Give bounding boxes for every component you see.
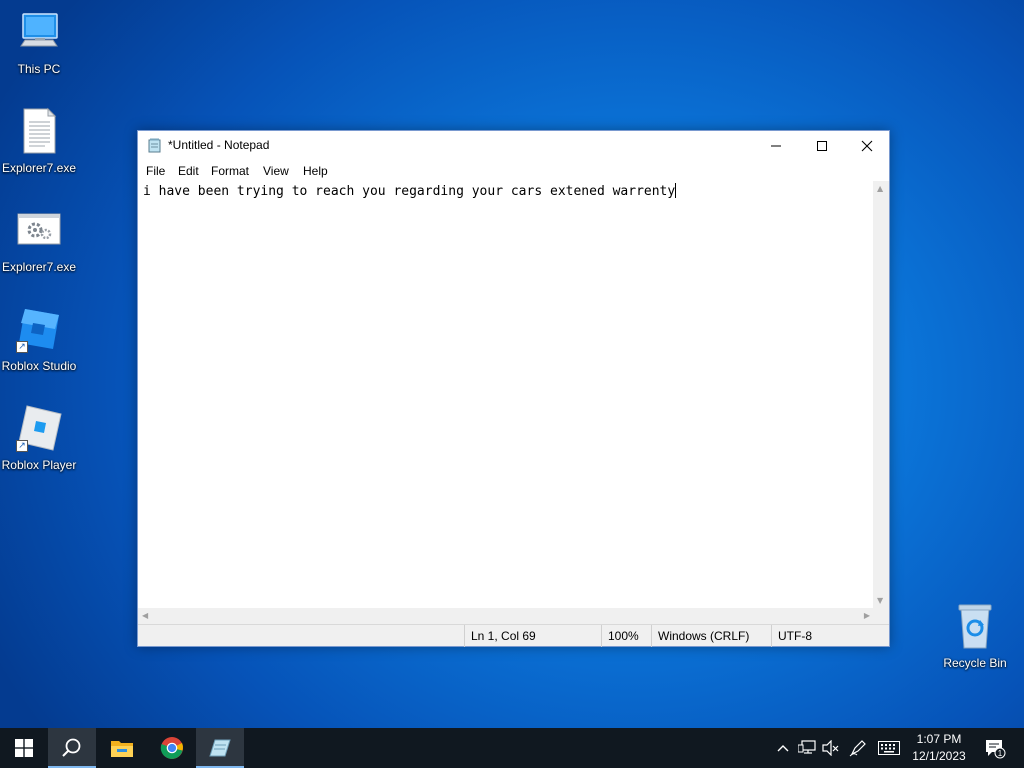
shortcut-arrow-icon: ↗	[16, 341, 28, 353]
menu-edit[interactable]: Edit	[178, 164, 199, 178]
desktop-icon-label: Explorer7.exe	[1, 260, 77, 274]
status-line-ending: Windows (CRLF)	[651, 625, 771, 647]
notification-count: 1	[998, 749, 1003, 758]
desktop-icon-label: Recycle Bin	[943, 656, 1007, 670]
recycle-bin-icon	[951, 602, 999, 650]
chrome-icon	[160, 737, 183, 759]
close-icon	[861, 140, 873, 152]
scroll-right-icon[interactable]: ▶	[864, 611, 870, 620]
roblox-player-icon: ↗	[15, 404, 63, 452]
touch-keyboard-button[interactable]	[876, 728, 902, 768]
notepad-window[interactable]: *Untitled - Notepad File Edit Format Vie…	[137, 130, 890, 647]
file-explorer-button[interactable]	[98, 728, 146, 768]
maximize-button[interactable]	[799, 131, 845, 161]
horizontal-scrollbar[interactable]: ◀ ▶	[138, 608, 874, 624]
scroll-left-icon[interactable]: ◀	[142, 611, 148, 620]
clock-time: 1:07 PM	[916, 732, 962, 746]
notepad-taskbar-button[interactable]	[196, 728, 244, 768]
application-gear-icon	[15, 206, 63, 254]
action-center-button[interactable]: 1	[980, 728, 1010, 768]
window-title: *Untitled - Notepad	[168, 138, 270, 152]
desktop-icon-roblox-player[interactable]: ↗ Roblox Player	[0, 404, 78, 472]
desktop-icon-label: Roblox Player	[1, 458, 77, 472]
document-icon	[15, 107, 63, 155]
clock-date: 12/1/2023	[912, 749, 966, 763]
status-zoom: 100%	[601, 625, 651, 647]
taskbar: 1:07 PM 12/1/2023 1	[0, 728, 1024, 768]
chevron-up-icon	[777, 745, 789, 752]
roblox-studio-icon: ↗	[15, 305, 63, 353]
desktop-icon-label: Explorer7.exe	[1, 161, 77, 175]
scroll-up-icon[interactable]: ▲	[877, 184, 883, 193]
volume-muted-icon	[822, 740, 839, 756]
network-icon	[798, 740, 816, 754]
search-button[interactable]	[48, 728, 96, 768]
desktop-icon-explorer7-a[interactable]: Explorer7.exe	[0, 107, 78, 175]
size-grip[interactable]	[873, 608, 889, 624]
notepad-icon	[147, 138, 162, 153]
desktop-icon-recycle-bin[interactable]: Recycle Bin	[936, 602, 1014, 670]
computer-icon	[15, 8, 63, 56]
start-icon	[15, 739, 33, 757]
minimize-button[interactable]	[753, 131, 799, 161]
menu-view[interactable]: View	[263, 164, 289, 178]
status-encoding: UTF-8	[771, 625, 871, 647]
status-position: Ln 1, Col 69	[464, 625, 599, 647]
pen-button[interactable]	[847, 728, 869, 768]
desktop-icon-roblox-studio[interactable]: ↗ Roblox Studio	[0, 305, 78, 373]
shortcut-arrow-icon: ↗	[16, 440, 28, 452]
search-icon	[62, 738, 81, 757]
notepad-icon	[209, 739, 231, 757]
volume-button[interactable]	[820, 728, 842, 768]
chrome-button[interactable]	[148, 728, 196, 768]
notification-icon: 1	[986, 740, 1006, 759]
desktop-icon-label: This PC	[17, 62, 61, 76]
desktop-icon-this-pc[interactable]: This PC	[0, 8, 78, 76]
menu-file[interactable]: File	[146, 164, 165, 178]
start-button[interactable]	[0, 728, 48, 768]
title-bar[interactable]: *Untitled - Notepad	[138, 131, 889, 161]
menu-help[interactable]: Help	[303, 164, 328, 178]
menu-format[interactable]: Format	[211, 164, 249, 178]
vertical-scrollbar[interactable]: ▲ ▼	[873, 181, 889, 608]
desktop-icon-explorer7-b[interactable]: Explorer7.exe	[0, 206, 78, 274]
keyboard-icon	[878, 741, 900, 755]
minimize-icon	[771, 145, 781, 147]
editor-text: i have been trying to reach you regardin…	[143, 184, 676, 199]
scroll-down-icon[interactable]: ▼	[877, 596, 883, 605]
file-explorer-icon	[111, 741, 133, 757]
network-button[interactable]	[796, 728, 818, 768]
close-button[interactable]	[844, 131, 890, 161]
show-hidden-icons-button[interactable]	[774, 728, 792, 768]
pen-icon	[849, 740, 866, 757]
text-editor[interactable]: i have been trying to reach you regardin…	[138, 181, 874, 608]
desktop-icon-label: Roblox Studio	[1, 359, 77, 373]
status-bar: Ln 1, Col 69 100% Windows (CRLF) UTF-8	[138, 624, 889, 647]
text-caret	[675, 183, 677, 198]
clock[interactable]: 1:07 PM 12/1/2023	[904, 731, 974, 765]
menu-bar: File Edit Format View Help	[138, 161, 889, 181]
maximize-icon	[817, 141, 827, 151]
